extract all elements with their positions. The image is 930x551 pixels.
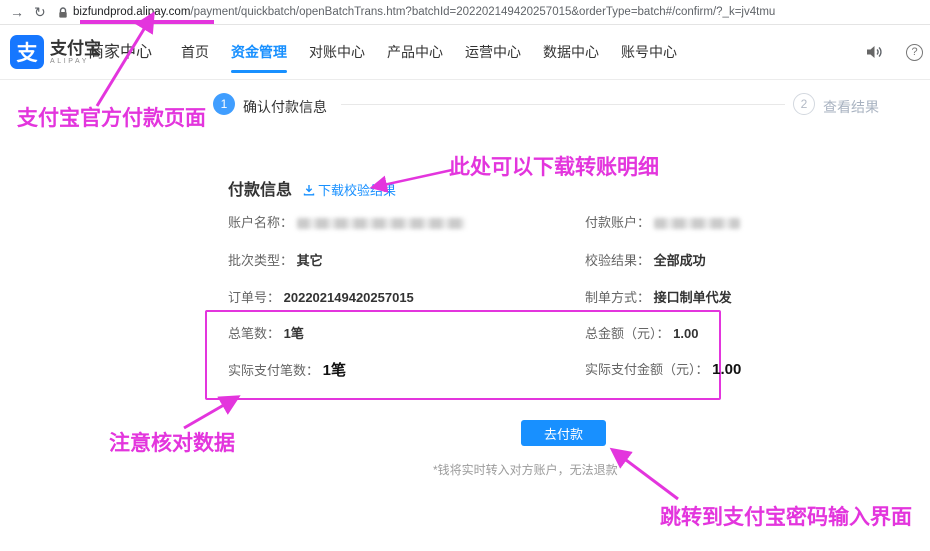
merchant-center-label[interactable]: 商家中心 [88, 25, 152, 80]
arrow-to-summary-box [184, 398, 236, 428]
field-account-name: 账户名称： [228, 212, 465, 231]
field-value: 1笔 [323, 362, 346, 379]
alipay-payment-page: → ↻ bizfundprod.alipay.com/payment/quick… [0, 0, 930, 551]
field-value: 202202149420257015 [284, 290, 414, 305]
field-check-result: 校验结果： 全部成功 [585, 250, 706, 269]
menu-item-operations[interactable]: 运营中心 [454, 25, 532, 80]
field-actual-pay-count: 实际支付笔数： 1笔 [228, 359, 346, 380]
browser-bar: → ↻ bizfundprod.alipay.com/payment/quick… [0, 0, 930, 25]
reload-icon[interactable]: ↻ [34, 0, 46, 25]
menu-item-home[interactable]: 首页 [170, 25, 220, 80]
field-value: 1笔 [284, 326, 304, 341]
payment-info-title: 付款信息 [228, 176, 292, 200]
field-label: 实际支付笔数： [228, 363, 319, 378]
field-label: 总金额（元）： [585, 326, 670, 341]
menu-item-products[interactable]: 产品中心 [376, 25, 454, 80]
field-order-number: 订单号： 202202149420257015 [228, 287, 414, 306]
go-pay-button[interactable]: 去付款 [521, 420, 606, 446]
step-2-circle: 2 [793, 93, 815, 115]
step-connector-line [341, 104, 785, 105]
annotation-official-page: 支付宝官方付款页面 [17, 102, 206, 132]
field-label: 账户名称： [228, 215, 293, 230]
field-value: 1.00 [712, 361, 741, 378]
field-total-count: 总笔数： 1笔 [228, 323, 304, 342]
sound-icon[interactable] [866, 44, 884, 65]
field-label: 付款账户： [585, 215, 650, 230]
redacted-value [297, 218, 465, 229]
url-path: /payment/quickbatch/openBatchTrans.htm?b… [190, 6, 775, 18]
lock-icon [58, 6, 68, 24]
payment-note: *钱将实时转入对方账户，无法退款 [433, 461, 618, 478]
help-icon[interactable]: ? [906, 44, 923, 61]
annotation-jump-hint: 跳转到支付宝密码输入界面 [660, 501, 912, 531]
step-1-circle: 1 [213, 93, 235, 115]
download-link-label: 下载校验结果 [318, 180, 396, 199]
field-value: 全部成功 [654, 253, 706, 268]
field-value: 接口制单代发 [654, 290, 732, 305]
field-label: 订单号： [228, 290, 280, 305]
url-text[interactable]: bizfundprod.alipay.com/payment/quickbatc… [73, 0, 775, 25]
annotation-check-data: 注意核对数据 [109, 427, 235, 457]
download-icon [303, 184, 315, 196]
field-label: 总笔数： [228, 326, 280, 341]
field-value: 1.00 [673, 326, 698, 341]
menu-item-data[interactable]: 数据中心 [532, 25, 610, 80]
field-value: 其它 [297, 253, 323, 268]
field-batch-type: 批次类型： 其它 [228, 250, 323, 269]
field-total-amount: 总金额（元）： 1.00 [585, 323, 698, 342]
field-payer-account: 付款账户： [585, 212, 740, 231]
field-label: 校验结果： [585, 253, 650, 268]
arrow-to-pay-button [614, 451, 678, 499]
url-domain: bizfundprod.alipay.com [73, 6, 190, 18]
nav-menu: 首页 资金管理 对账中心 产品中心 运营中心 数据中心 账号中心 [170, 25, 688, 80]
field-actual-pay-amount: 实际支付金额（元）： 1.00 [585, 359, 741, 378]
menu-item-reconciliation[interactable]: 对账中心 [298, 25, 376, 80]
step-1-label: 确认付款信息 [243, 97, 327, 117]
alipay-logo-icon: 支 [10, 35, 44, 69]
top-navbar: 支 支付宝 ALIPAY 商家中心 首页 资金管理 对账中心 产品中心 运营中心… [0, 25, 930, 80]
field-label: 制单方式： [585, 290, 650, 305]
annotation-download-hint: 此处可以下载转账明细 [449, 151, 659, 181]
field-label: 实际支付金额（元）： [585, 362, 709, 377]
field-label: 批次类型： [228, 253, 293, 268]
menu-item-funds[interactable]: 资金管理 [220, 25, 298, 80]
field-order-method: 制单方式： 接口制单代发 [585, 287, 732, 306]
redacted-value [654, 218, 740, 229]
forward-icon[interactable]: → [10, 0, 24, 25]
download-check-result-link[interactable]: 下载校验结果 [303, 180, 396, 199]
step-2-label: 查看结果 [823, 97, 879, 117]
menu-item-account[interactable]: 账号中心 [610, 25, 688, 80]
